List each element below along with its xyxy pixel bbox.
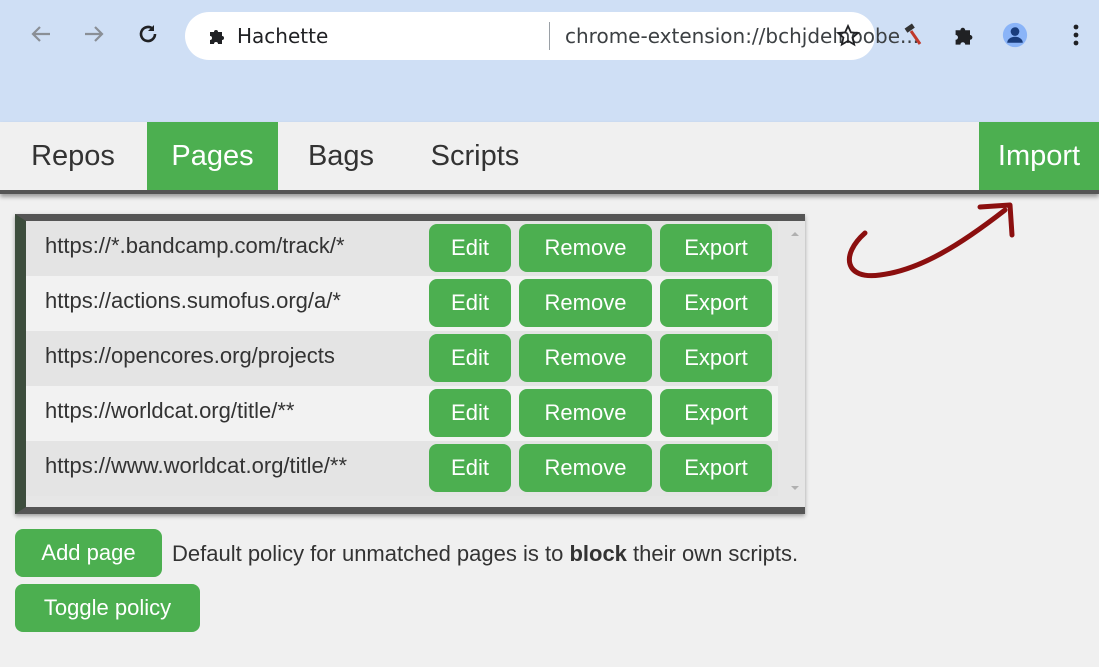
edit-button[interactable]: Edit [429,334,511,382]
list-item: https://opencores.org/projects Edit Remo… [26,331,778,386]
scroll-up-arrow-icon[interactable] [790,229,800,239]
list-item: https://*.bandcamp.com/track/* Edit Remo… [26,221,778,276]
page-url: https://worldcat.org/title/** [45,398,295,423]
import-button[interactable]: Import [979,122,1099,190]
remove-button[interactable]: Remove [519,334,652,382]
remove-button[interactable]: Remove [519,224,652,272]
page-url: https://opencores.org/projects [45,343,335,368]
reload-button[interactable] [134,20,162,48]
back-button[interactable] [27,20,55,48]
toggle-policy-button[interactable]: Toggle policy [15,584,200,632]
address-bar[interactable]: Hachette chrome-extension://bchjdelnoobe… [185,12,919,60]
policy-value: block [569,541,627,566]
page-url: https://www.worldcat.org/title/** [45,453,348,478]
bookmark-star-icon[interactable] [835,23,861,49]
reload-icon [139,25,157,43]
extensions-button[interactable] [951,22,977,48]
export-button[interactable]: Export [660,334,772,382]
export-button[interactable]: Export [660,224,772,272]
hammer-extension-icon[interactable] [900,22,926,48]
list-item: https://www.worldcat.org/title/** Edit R… [26,441,778,496]
tab-scripts[interactable]: Scripts [405,122,545,190]
forward-arrow-icon [85,26,104,42]
policy-suffix: their own scripts. [626,541,799,566]
default-policy-text: Default policy for unmatched pages is to… [172,541,798,567]
puzzle-icon [955,27,973,45]
edit-button[interactable]: Edit [429,444,511,492]
forward-button[interactable] [80,20,108,48]
list-item: https://actions.sumofus.org/a/* Edit Rem… [26,276,778,331]
add-page-button[interactable]: Add page [15,529,162,577]
annotation-arrow [846,202,1015,279]
edit-button[interactable]: Edit [429,389,511,437]
extension-puzzle-icon [210,30,224,44]
edit-button[interactable]: Edit [429,224,511,272]
chrome-menu-button[interactable] [1063,22,1089,48]
policy-prefix: Default policy for unmatched pages is to [172,541,570,566]
main-tab-bar: Repos Pages Bags Scripts Import [0,122,1099,194]
export-button[interactable]: Export [660,279,772,327]
list-item: https://worldcat.org/title/** Edit Remov… [26,386,778,441]
remove-button[interactable]: Remove [519,279,652,327]
edit-button[interactable]: Edit [429,279,511,327]
remove-button[interactable]: Remove [519,444,652,492]
page-url: https://actions.sumofus.org/a/* [45,288,341,313]
hammer-icon [904,23,922,45]
export-button[interactable]: Export [660,389,772,437]
tab-repos[interactable]: Repos [6,122,140,190]
page-url: https://*.bandcamp.com/track/* [45,233,345,258]
url-text: chrome-extension://bchjdelnoobe... [565,24,920,48]
list-scrollbar[interactable] [786,221,804,507]
remove-button[interactable]: Remove [519,389,652,437]
tab-pages[interactable]: Pages [147,122,278,190]
profile-button[interactable] [1002,22,1028,48]
pages-list: https://*.bandcamp.com/track/* Edit Remo… [15,214,805,514]
export-button[interactable]: Export [660,444,772,492]
tab-bags[interactable]: Bags [285,122,397,190]
kebab-menu-icon [1073,24,1079,46]
avatar-icon [1002,22,1028,48]
back-arrow-icon [31,26,50,42]
omnibox-divider [549,22,550,50]
browser-toolbar-spacer [0,76,1099,122]
site-name: Hachette [237,24,329,48]
scroll-down-arrow-icon[interactable] [790,483,800,493]
